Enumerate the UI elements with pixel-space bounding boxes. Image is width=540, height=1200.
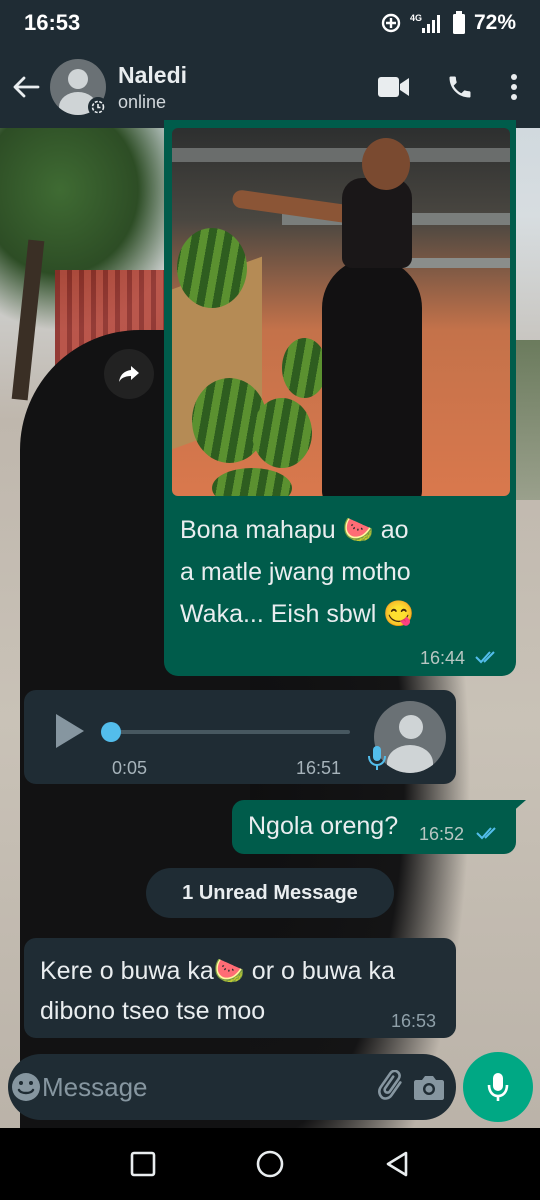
message-time: 16:44 bbox=[420, 648, 466, 668]
voice-call-button[interactable] bbox=[446, 73, 474, 101]
more-vertical-icon bbox=[511, 74, 517, 100]
play-button[interactable] bbox=[54, 712, 86, 755]
voice-message-bubble[interactable]: 0:05 16:51 bbox=[24, 690, 456, 784]
voice-progress-knob[interactable] bbox=[101, 722, 121, 742]
system-back-button[interactable] bbox=[367, 1134, 427, 1194]
forward-icon bbox=[119, 366, 139, 382]
data-saver-icon bbox=[380, 12, 402, 34]
message-text-line: Bona mahapu 🍉 ao bbox=[180, 516, 409, 544]
voice-duration: 0:05 bbox=[112, 758, 148, 778]
message-time: 16:51 bbox=[296, 758, 342, 778]
attach-button[interactable] bbox=[377, 1057, 407, 1117]
status-bar: 16:53 4G 72% bbox=[0, 0, 540, 46]
status-icons: 4G 72% bbox=[380, 11, 516, 35]
read-receipt-icon bbox=[476, 827, 496, 840]
voice-call-icon bbox=[449, 76, 471, 98]
bubble-tail bbox=[510, 800, 526, 814]
battery-percent: 72% bbox=[473, 11, 516, 34]
back-arrow-icon bbox=[13, 76, 40, 98]
message-text-line: dibono tseo tse moo bbox=[40, 997, 266, 1025]
header-actions bbox=[378, 73, 518, 101]
voice-progress-track[interactable] bbox=[108, 730, 350, 734]
camera-button[interactable] bbox=[413, 1057, 445, 1117]
home-icon bbox=[256, 1150, 284, 1178]
video-call-button[interactable] bbox=[378, 76, 410, 98]
message-input[interactable] bbox=[42, 1057, 377, 1117]
contact-name: Naledi bbox=[118, 61, 188, 88]
message-time: 16:52 bbox=[419, 824, 465, 844]
photo-person-legs bbox=[322, 258, 422, 496]
video-call-icon bbox=[378, 77, 409, 97]
photo-person-torso bbox=[342, 178, 412, 268]
disappearing-timer-icon bbox=[88, 97, 108, 117]
unread-messages-divider: 1 Unread Message bbox=[146, 868, 394, 918]
photo-person bbox=[231, 138, 452, 496]
read-receipt-icon bbox=[475, 651, 495, 664]
record-voice-button[interactable] bbox=[463, 1052, 533, 1122]
system-nav-bar bbox=[0, 1128, 540, 1200]
message-text: Ngola oreng? bbox=[248, 812, 399, 840]
shared-photo[interactable] bbox=[172, 128, 510, 496]
message-text-line: a matle jwang motho bbox=[180, 558, 411, 586]
chat-header: Naledi online bbox=[0, 46, 540, 128]
contact-info[interactable]: Naledi online bbox=[118, 62, 378, 113]
forward-button[interactable] bbox=[104, 349, 154, 399]
signal-icon: 4G bbox=[410, 12, 444, 34]
avatar-head bbox=[399, 715, 423, 739]
photo-watermelon bbox=[177, 228, 247, 308]
camera-icon bbox=[414, 1076, 444, 1100]
battery-icon bbox=[452, 11, 466, 35]
network-type-label: 4G bbox=[410, 13, 422, 23]
message-text-line: Kere o buwa ka🍉 or o buwa ka bbox=[40, 957, 395, 985]
contact-status: online bbox=[118, 91, 167, 112]
emoji-icon bbox=[12, 1073, 40, 1101]
avatar-body bbox=[387, 745, 433, 773]
back-button[interactable] bbox=[2, 57, 50, 117]
back-triangle-icon bbox=[386, 1151, 407, 1177]
wallpaper-foliage bbox=[515, 340, 540, 500]
play-icon bbox=[56, 714, 84, 748]
status-time: 16:53 bbox=[24, 10, 81, 35]
mic-badge-icon bbox=[366, 744, 388, 777]
more-options-button[interactable] bbox=[510, 73, 518, 101]
photo-watermelon bbox=[212, 468, 292, 496]
wallpaper-tree bbox=[11, 239, 45, 401]
paperclip-icon bbox=[378, 1070, 402, 1100]
contact-avatar[interactable] bbox=[50, 59, 108, 117]
avatar-head bbox=[68, 69, 88, 89]
recents-icon bbox=[131, 1151, 156, 1177]
message-composer bbox=[8, 1054, 456, 1120]
photo-person-head bbox=[362, 138, 410, 190]
emoji-button[interactable] bbox=[10, 1054, 42, 1120]
message-text-line: Waka... Eish sbwl 😋 bbox=[180, 600, 415, 628]
message-time: 16:53 bbox=[391, 1011, 437, 1031]
home-button[interactable] bbox=[240, 1134, 300, 1194]
recents-button[interactable] bbox=[113, 1134, 173, 1194]
microphone-icon bbox=[487, 1073, 509, 1101]
